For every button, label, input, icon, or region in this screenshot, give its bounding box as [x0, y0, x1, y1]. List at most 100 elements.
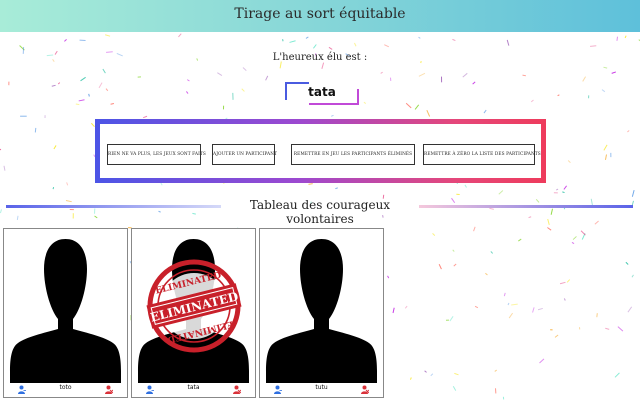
- confetti-piece: [289, 40, 296, 43]
- confetti-piece: [456, 193, 460, 195]
- confetti-piece: [594, 220, 599, 225]
- confetti-piece: [432, 233, 436, 236]
- confetti-piece: [567, 160, 571, 164]
- confetti-piece: [426, 110, 431, 117]
- confetti-piece: [390, 77, 392, 81]
- confetti-piece: [495, 388, 497, 394]
- confetti-piece: [441, 76, 443, 83]
- page-title: Tirage au sort équitable: [234, 6, 406, 22]
- confetti-piece: [611, 71, 616, 74]
- confetti-piece: [79, 39, 86, 42]
- confetti-piece: [474, 305, 479, 309]
- confetti-piece: [582, 76, 586, 82]
- confetti-piece: [57, 82, 61, 85]
- restore-eliminated-button[interactable]: Remettre en jeu les participants éliminé…: [291, 144, 415, 165]
- add-participant-button[interactable]: Ajouter un participant: [212, 144, 277, 165]
- confetti-piece: [308, 183, 313, 185]
- confetti-piece: [424, 370, 427, 373]
- confetti-piece: [217, 72, 223, 77]
- confetti-piece: [625, 261, 629, 265]
- confetti-piece: [110, 103, 115, 105]
- confetti-piece: [627, 306, 633, 313]
- confetti-piece: [627, 130, 630, 133]
- confetti-piece: [137, 76, 141, 78]
- winner-display: tata: [285, 82, 359, 105]
- confetti-piece: [384, 44, 390, 48]
- section-header: Tableau des courageux volontaires: [0, 198, 640, 226]
- confetti-piece: [98, 82, 103, 89]
- confetti-piece: [472, 81, 476, 85]
- confetti-piece: [392, 307, 395, 314]
- divider-left: [6, 205, 221, 208]
- confetti-piece: [571, 241, 575, 245]
- confetti-piece: [530, 99, 534, 103]
- confetti-piece: [596, 313, 598, 318]
- avatar-silhouette: [10, 239, 121, 383]
- confetti-piece: [331, 114, 334, 117]
- confetti-piece: [335, 187, 338, 190]
- confetti-piece: [452, 249, 455, 252]
- confetti-piece: [462, 72, 468, 78]
- confetti-piece: [453, 263, 457, 267]
- actions-panel: Rien ne va plus, les jeux sont faits Ajo…: [95, 119, 546, 183]
- confetti-piece: [328, 46, 333, 50]
- user-remove-icon[interactable]: [361, 385, 369, 394]
- confetti-piece: [473, 226, 476, 232]
- participant-card: toto: [3, 228, 128, 398]
- confetti-piece: [581, 233, 586, 240]
- reset-list-button[interactable]: Remettre à zéro la liste des participant…: [423, 144, 541, 165]
- confetti-piece: [566, 279, 571, 283]
- confetti-piece: [3, 165, 6, 171]
- confetti-piece: [105, 88, 109, 92]
- confetti-piece: [590, 45, 597, 47]
- confetti-piece: [102, 68, 106, 74]
- eliminated-stamp: ELIMINATED ELIMINATED ELIMINATED: [146, 259, 242, 353]
- user-remove-icon[interactable]: [233, 385, 241, 394]
- confetti-piece: [242, 67, 247, 71]
- confetti-piece: [52, 186, 55, 190]
- confetti-piece: [232, 92, 234, 100]
- confetti-piece: [506, 39, 510, 46]
- confetti-piece: [604, 154, 607, 160]
- confetti-piece: [186, 79, 190, 82]
- user-remove-icon[interactable]: [105, 385, 113, 394]
- confetti-piece: [580, 230, 586, 236]
- confetti-piece: [614, 372, 620, 378]
- confetti-piece: [430, 373, 434, 377]
- confetti-piece: [80, 76, 86, 82]
- winner-caption: L'heureux élu est :: [272, 52, 368, 63]
- confetti-piece: [464, 184, 467, 188]
- confetti-piece: [518, 238, 522, 242]
- confetti-piece: [438, 264, 442, 270]
- draw-button[interactable]: Rien ne va plus, les jeux sont faits: [107, 144, 206, 165]
- confetti-piece: [557, 94, 560, 97]
- confetti-piece: [617, 326, 624, 332]
- confetti-piece: [19, 45, 25, 51]
- confetti-piece: [572, 236, 577, 240]
- confetti-piece: [380, 71, 383, 74]
- confetti-piece: [539, 358, 545, 364]
- confetti-piece: [445, 319, 450, 321]
- confetti-piece: [502, 396, 505, 400]
- avatar-silhouette: [266, 239, 377, 383]
- confetti-piece: [610, 152, 612, 158]
- confetti-piece: [503, 292, 506, 297]
- confetti-piece: [53, 145, 57, 150]
- confetti-piece: [454, 372, 459, 376]
- confetti-piece: [418, 72, 426, 77]
- confetti-piece: [554, 334, 559, 338]
- confetti-piece: [44, 115, 46, 118]
- confetti-piece: [547, 218, 550, 225]
- confetti-piece: [498, 190, 504, 195]
- confetti-piece: [94, 215, 98, 219]
- confetti-piece: [265, 75, 269, 81]
- confetti-piece: [528, 216, 532, 219]
- confetti-piece: [559, 281, 566, 285]
- confetti-piece: [321, 62, 325, 69]
- confetti-piece: [631, 274, 634, 278]
- confetti-piece: [105, 34, 111, 37]
- confetti-piece: [588, 95, 590, 99]
- confetti-piece: [579, 327, 581, 330]
- confetti-piece: [354, 42, 357, 47]
- confetti-piece: [449, 316, 454, 322]
